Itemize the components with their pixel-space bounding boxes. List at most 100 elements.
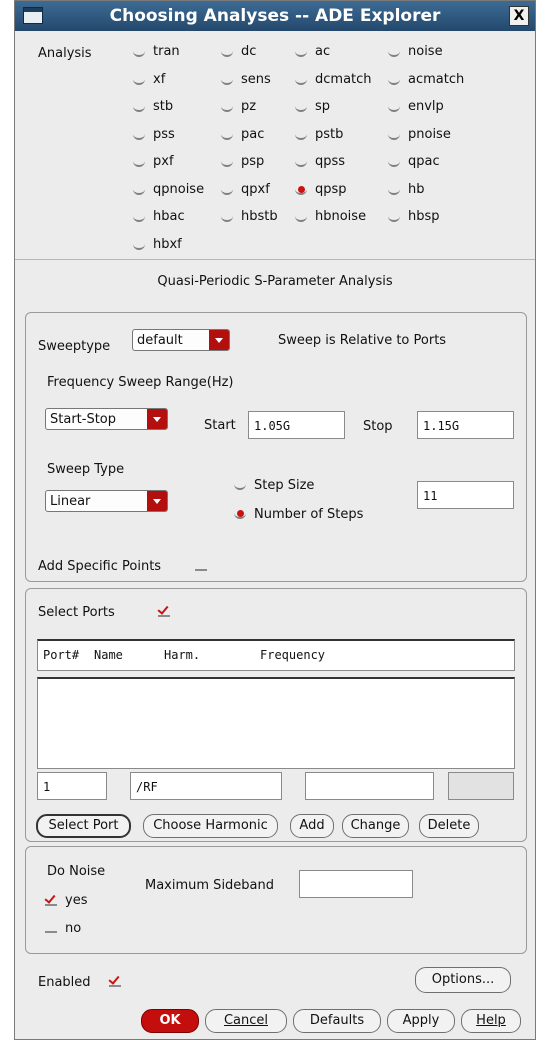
- analysis-radio-pac[interactable]: [221, 128, 233, 140]
- analysis-radio-dc[interactable]: [221, 45, 233, 57]
- change-button[interactable]: Change: [342, 814, 409, 838]
- analysis-radio-ac[interactable]: [295, 45, 307, 57]
- analysis-radio-envlp[interactable]: [388, 100, 400, 112]
- start-input[interactable]: 1.05G: [248, 411, 345, 439]
- analysis-radio-hbac[interactable]: [133, 210, 145, 222]
- harmonic-input[interactable]: [305, 772, 434, 800]
- analysis-label-dc[interactable]: dc: [241, 44, 256, 59]
- analysis-radio-qpss[interactable]: [295, 155, 307, 167]
- analysis-radio-hb[interactable]: [388, 183, 400, 195]
- analysis-label-dcmatch[interactable]: dcmatch: [315, 72, 372, 87]
- analysis-label-stb[interactable]: stb: [153, 99, 173, 114]
- analysis-radio-sp[interactable]: [295, 100, 307, 112]
- select-port-button[interactable]: Select Port: [36, 814, 131, 838]
- add-points-checkbox[interactable]: [195, 559, 207, 571]
- analysis-label-sens[interactable]: sens: [241, 72, 271, 87]
- analysis-label-qpsp[interactable]: qpsp: [315, 182, 347, 197]
- analysis-radio-hbsp[interactable]: [388, 210, 400, 222]
- max-sideband-input[interactable]: [299, 870, 413, 898]
- analysis-label-hbsp[interactable]: hbsp: [408, 209, 440, 224]
- apply-button[interactable]: Apply: [387, 1009, 455, 1033]
- close-button[interactable]: X: [509, 6, 529, 26]
- analysis-label-hb[interactable]: hb: [408, 182, 425, 197]
- analysis-label-qpss[interactable]: qpss: [315, 154, 345, 169]
- analysis-label-qpac[interactable]: qpac: [408, 154, 440, 169]
- analysis-radio-pstb[interactable]: [295, 128, 307, 140]
- analysis-label-hbstb[interactable]: hbstb: [241, 209, 278, 224]
- analysis-radio-dcmatch[interactable]: [295, 73, 307, 85]
- noise-yes-checkbox[interactable]: [45, 894, 57, 906]
- analysis-radio-pnoise[interactable]: [388, 128, 400, 140]
- analysis-radio-sens[interactable]: [221, 73, 233, 85]
- analysis-label-pxf[interactable]: pxf: [153, 154, 174, 169]
- choose-harmonic-button[interactable]: Choose Harmonic: [143, 814, 278, 838]
- ok-button[interactable]: OK: [141, 1009, 199, 1033]
- analysis-radio-hbxf[interactable]: [133, 238, 145, 250]
- divider: [15, 259, 535, 260]
- chevron-down-icon[interactable]: [209, 330, 229, 350]
- analysis-radio-xf[interactable]: [133, 73, 145, 85]
- analysis-radio-psp[interactable]: [221, 155, 233, 167]
- analysis-label-pac[interactable]: pac: [241, 127, 264, 142]
- delete-button[interactable]: Delete: [419, 814, 479, 838]
- analysis-radio-stb[interactable]: [133, 100, 145, 112]
- analysis-radio-qpsp[interactable]: [295, 183, 307, 195]
- analysis-radio-pxf[interactable]: [133, 155, 145, 167]
- enabled-checkbox[interactable]: [109, 975, 121, 987]
- analysis-label-pss[interactable]: pss: [153, 127, 175, 142]
- analysis-label-hbac[interactable]: hbac: [153, 209, 185, 224]
- port-num-input[interactable]: 1: [37, 772, 107, 800]
- analysis-radio-acmatch[interactable]: [388, 73, 400, 85]
- column-harm: Harm.: [164, 648, 201, 662]
- sweep-type-value: Linear: [50, 494, 91, 509]
- add-button[interactable]: Add: [290, 814, 334, 838]
- analysis-label-pnoise[interactable]: pnoise: [408, 127, 451, 142]
- sweeptype-value: default: [137, 333, 183, 348]
- analysis-label-tran[interactable]: tran: [153, 44, 180, 59]
- analysis-label-qpxf[interactable]: qpxf: [241, 182, 270, 197]
- step-size-radio[interactable]: [234, 478, 246, 490]
- analysis-radio-tran[interactable]: [133, 45, 145, 57]
- analysis-label-pstb[interactable]: pstb: [315, 127, 343, 142]
- port-name-input[interactable]: /RF: [130, 772, 282, 800]
- analysis-radio-noise[interactable]: [388, 45, 400, 57]
- ports-list-header: Port# Name Harm. Frequency: [37, 639, 515, 671]
- analysis-radio-hbstb[interactable]: [221, 210, 233, 222]
- analysis-label-hbxf[interactable]: hbxf: [153, 237, 182, 252]
- analysis-label-psp[interactable]: psp: [241, 154, 264, 169]
- analysis-label-acmatch[interactable]: acmatch: [408, 72, 464, 87]
- analysis-radio-qpxf[interactable]: [221, 183, 233, 195]
- analysis-label-envlp[interactable]: envlp: [408, 99, 444, 114]
- max-sideband-label: Maximum Sideband: [145, 878, 275, 893]
- column-frequency: Frequency: [260, 648, 326, 662]
- analysis-radio-hbnoise[interactable]: [295, 210, 307, 222]
- chevron-down-icon[interactable]: [147, 491, 167, 511]
- analysis-label-ac[interactable]: ac: [315, 44, 330, 59]
- analysis-radio-qpnoise[interactable]: [133, 183, 145, 195]
- sweep-type-combo[interactable]: Linear: [45, 490, 168, 512]
- range-mode-combo[interactable]: Start-Stop: [45, 408, 168, 430]
- analysis-radio-pss[interactable]: [133, 128, 145, 140]
- sweeptype-combo[interactable]: default: [132, 329, 230, 351]
- num-steps-input[interactable]: 11: [417, 481, 514, 509]
- noise-no-checkbox[interactable]: [45, 921, 57, 933]
- options-button[interactable]: Options...: [415, 967, 511, 993]
- analysis-label-xf[interactable]: xf: [153, 72, 165, 87]
- select-ports-checkbox[interactable]: [158, 605, 170, 617]
- analysis-label-pz[interactable]: pz: [241, 99, 256, 114]
- analysis-label: Analysis: [38, 46, 92, 61]
- ports-list[interactable]: [37, 677, 515, 769]
- analysis-label-hbnoise[interactable]: hbnoise: [315, 209, 366, 224]
- defaults-button[interactable]: Defaults: [293, 1009, 381, 1033]
- analysis-radio-pz[interactable]: [221, 100, 233, 112]
- analysis-radio-qpac[interactable]: [388, 155, 400, 167]
- chevron-down-icon[interactable]: [147, 409, 167, 429]
- cancel-button[interactable]: Cancel: [205, 1009, 287, 1033]
- help-button[interactable]: Help: [461, 1009, 521, 1033]
- analysis-label-sp[interactable]: sp: [315, 99, 330, 114]
- analysis-label-noise[interactable]: noise: [408, 44, 443, 59]
- stop-input[interactable]: 1.15G: [417, 411, 514, 439]
- number-of-steps-radio[interactable]: [234, 507, 246, 519]
- title-bar[interactable]: Choosing Analyses -- ADE Explorer X: [15, 1, 535, 31]
- analysis-label-qpnoise[interactable]: qpnoise: [153, 182, 204, 197]
